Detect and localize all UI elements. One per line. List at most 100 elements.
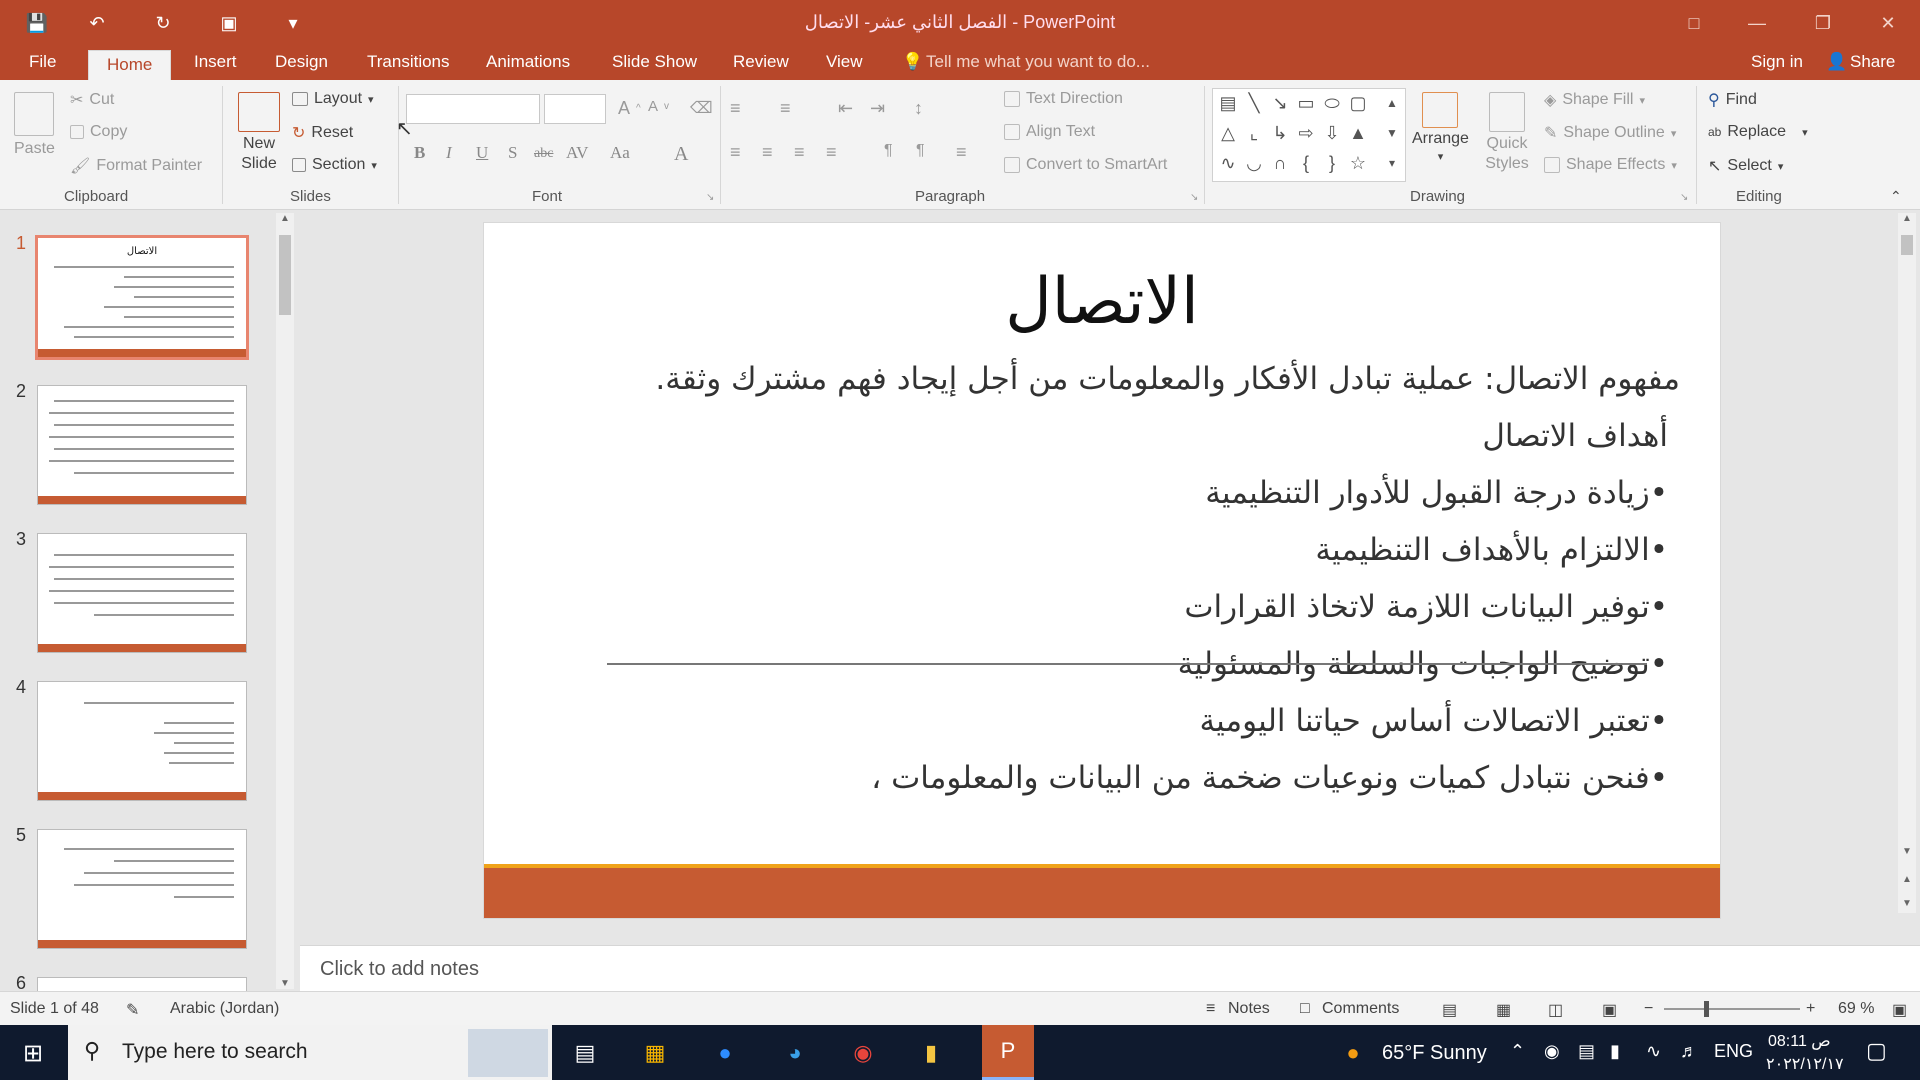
numbering-icon[interactable]: ≡ <box>780 98 791 119</box>
clock-time[interactable]: 08:11 ص <box>1768 1031 1831 1051</box>
rectangle-shape-icon[interactable]: ▭ <box>1295 93 1317 113</box>
collapse-ribbon-icon[interactable]: ⌃ <box>1890 188 1902 205</box>
shapes-gallery[interactable]: ▤ ╲ ↘ ▭ ⬭ ▢ △ ⌞ ↳ ⇨ ⇩ ▲ ∿ ◡ ∩ { } ☆ ▲ ▼ … <box>1212 88 1406 182</box>
notes-pane[interactable]: Click to add notes <box>300 945 1920 991</box>
clock-date[interactable]: ٢٠٢٢/١٢/١٧ <box>1766 1054 1844 1074</box>
scroll-thumb[interactable] <box>279 235 291 315</box>
comments-button[interactable]: Comments <box>1322 1000 1399 1018</box>
gallery-more-icon[interactable]: ▾ <box>1381 153 1403 173</box>
scroll-thumb[interactable] <box>1901 235 1913 255</box>
minimize-button[interactable]: — <box>1727 0 1787 46</box>
align-right-icon[interactable]: ≡ <box>794 142 805 163</box>
scroll-down-icon[interactable]: ▼ <box>280 978 290 989</box>
tab-slide-show[interactable]: Slide Show <box>612 52 697 72</box>
flowchart-shape-icon[interactable]: ▲ <box>1347 123 1369 143</box>
sign-in-link[interactable]: Sign in <box>1751 52 1803 72</box>
close-button[interactable]: ✕ <box>1858 0 1918 46</box>
wifi-icon[interactable]: ∿ <box>1646 1041 1661 1062</box>
fit-slide-icon[interactable]: ▣ <box>1892 1000 1907 1020</box>
ribbon-display-icon[interactable]: □ <box>1664 0 1724 46</box>
taskbar-search[interactable]: ⚲ Type here to search <box>68 1025 552 1080</box>
font-dialog-launcher-icon[interactable]: ↘ <box>706 192 714 203</box>
align-center-icon[interactable]: ≡ <box>762 142 773 163</box>
arc-shape-icon[interactable]: ◡ <box>1243 153 1265 173</box>
clear-formatting-icon[interactable]: ⌫ <box>690 98 713 118</box>
zoom-slider-handle[interactable] <box>1704 1001 1709 1017</box>
replace-button[interactable]: ab Replace ▾ <box>1708 123 1808 141</box>
grow-font-icon[interactable]: A ^ <box>618 98 641 119</box>
quick-styles-button[interactable]: Quick Styles <box>1480 92 1534 174</box>
notification-icon[interactable]: ▢ <box>1866 1038 1887 1064</box>
shape-outline-button[interactable]: ✎ Shape Outline ▾ <box>1544 123 1676 143</box>
scroll-up-icon[interactable]: ▲ <box>1902 213 1912 224</box>
task-view-icon[interactable]: ▤ <box>568 1037 602 1069</box>
slideshow-view-icon[interactable]: ▣ <box>1602 1000 1617 1020</box>
change-case-button[interactable]: Aa <box>610 143 630 163</box>
star-shape-icon[interactable]: ☆ <box>1347 153 1369 173</box>
chrome-icon[interactable]: ◉ <box>846 1037 880 1069</box>
slide-scrollbar[interactable]: ▲ ▼ ▲ ▼ <box>1898 213 1916 913</box>
slide-canvas[interactable]: الاتصال مفهوم الاتصال: عملية تبادل الأفك… <box>483 222 1721 919</box>
columns-icon[interactable]: ≡ <box>956 142 967 163</box>
volume-icon[interactable]: ♬ <box>1680 1041 1698 1062</box>
triangle-shape-icon[interactable]: △ <box>1217 123 1239 143</box>
normal-view-icon[interactable]: ▤ <box>1442 1000 1457 1020</box>
textbox-shape-icon[interactable]: ▤ <box>1217 93 1239 113</box>
font-size-input[interactable] <box>544 94 606 124</box>
thumbnail-scrollbar[interactable]: ▲ ▼ <box>276 213 294 989</box>
bullets-icon[interactable]: ≡ <box>730 98 741 119</box>
right-arrow-shape-icon[interactable]: ⇨ <box>1295 123 1317 143</box>
copy-button[interactable]: Copy <box>70 123 127 141</box>
down-arrow-shape-icon[interactable]: ⇩ <box>1321 123 1343 143</box>
select-button[interactable]: ↖ Select ▾ <box>1708 156 1783 176</box>
find-button[interactable]: ⚲ Find <box>1708 90 1757 110</box>
tab-view[interactable]: View <box>826 52 863 72</box>
shape-effects-button[interactable]: Shape Effects ▾ <box>1544 156 1677 174</box>
align-text-button[interactable]: Align Text <box>1004 123 1095 141</box>
character-spacing-icon[interactable]: AV <box>566 143 588 163</box>
scroll-up-icon[interactable]: ▲ <box>280 213 290 224</box>
curve-shape-icon[interactable]: ∿ <box>1217 153 1239 173</box>
paragraph-dialog-launcher-icon[interactable]: ↘ <box>1190 192 1198 203</box>
tray-overflow-icon[interactable]: ⌃ <box>1510 1041 1525 1062</box>
arrange-button[interactable]: Arrange ▾ <box>1412 92 1469 163</box>
line-shape-icon[interactable]: ╲ <box>1243 93 1265 113</box>
cut-button[interactable]: ✂ Cut <box>70 90 114 110</box>
zoom-in-icon[interactable]: + <box>1806 1000 1815 1018</box>
slide-thumbnail-1[interactable]: الاتصال <box>35 235 249 360</box>
font-color-icon[interactable]: A <box>674 143 688 166</box>
slide-body[interactable]: مفهوم الاتصال: عملية تبادل الأفكار والمع… <box>530 351 1680 807</box>
underline-button[interactable]: U <box>476 143 488 163</box>
rtl-icon[interactable]: ¶ <box>916 142 925 160</box>
text-direction-button[interactable]: Text Direction <box>1004 90 1123 108</box>
previous-slide-icon[interactable]: ▲ <box>1902 874 1912 885</box>
file-explorer-icon[interactable]: ▮ <box>914 1037 948 1069</box>
justify-icon[interactable]: ≡ <box>826 142 837 163</box>
increase-indent-icon[interactable]: ⇥ <box>870 98 885 119</box>
scroll-down-icon[interactable]: ▼ <box>1902 846 1912 857</box>
notes-button[interactable]: Notes <box>1228 1000 1270 1018</box>
paste-button[interactable]: Paste <box>14 92 55 158</box>
shrink-font-icon[interactable]: Av <box>648 98 669 115</box>
tab-home[interactable]: Home <box>88 50 172 80</box>
font-family-input[interactable] <box>406 94 540 124</box>
reading-view-icon[interactable]: ◫ <box>1548 1000 1563 1020</box>
tab-transitions[interactable]: Transitions <box>367 52 450 72</box>
notes-placeholder[interactable]: Click to add notes <box>320 958 479 981</box>
elbow-connector-icon[interactable]: ⌞ <box>1243 123 1265 143</box>
new-slide-button[interactable]: New Slide <box>234 92 284 174</box>
section-button[interactable]: Section ▾ <box>292 156 377 174</box>
tab-file[interactable]: File <box>29 52 56 72</box>
convert-smartart-button[interactable]: Convert to SmartArt <box>1004 156 1167 174</box>
store-icon[interactable]: ▦ <box>638 1037 672 1069</box>
rounded-rect-shape-icon[interactable]: ▢ <box>1347 93 1369 113</box>
tab-design[interactable]: Design <box>275 52 328 72</box>
input-language[interactable]: ENG <box>1714 1041 1753 1062</box>
tell-me-box[interactable]: Tell me what you want to do... <box>926 52 1150 72</box>
gallery-down-icon[interactable]: ▼ <box>1381 123 1403 143</box>
shadow-button[interactable]: S <box>508 143 517 163</box>
share-button[interactable]: Share <box>1850 52 1895 72</box>
gallery-up-icon[interactable]: ▲ <box>1381 93 1403 113</box>
tab-review[interactable]: Review <box>733 52 789 72</box>
slide-thumbnail-5[interactable] <box>37 829 247 949</box>
